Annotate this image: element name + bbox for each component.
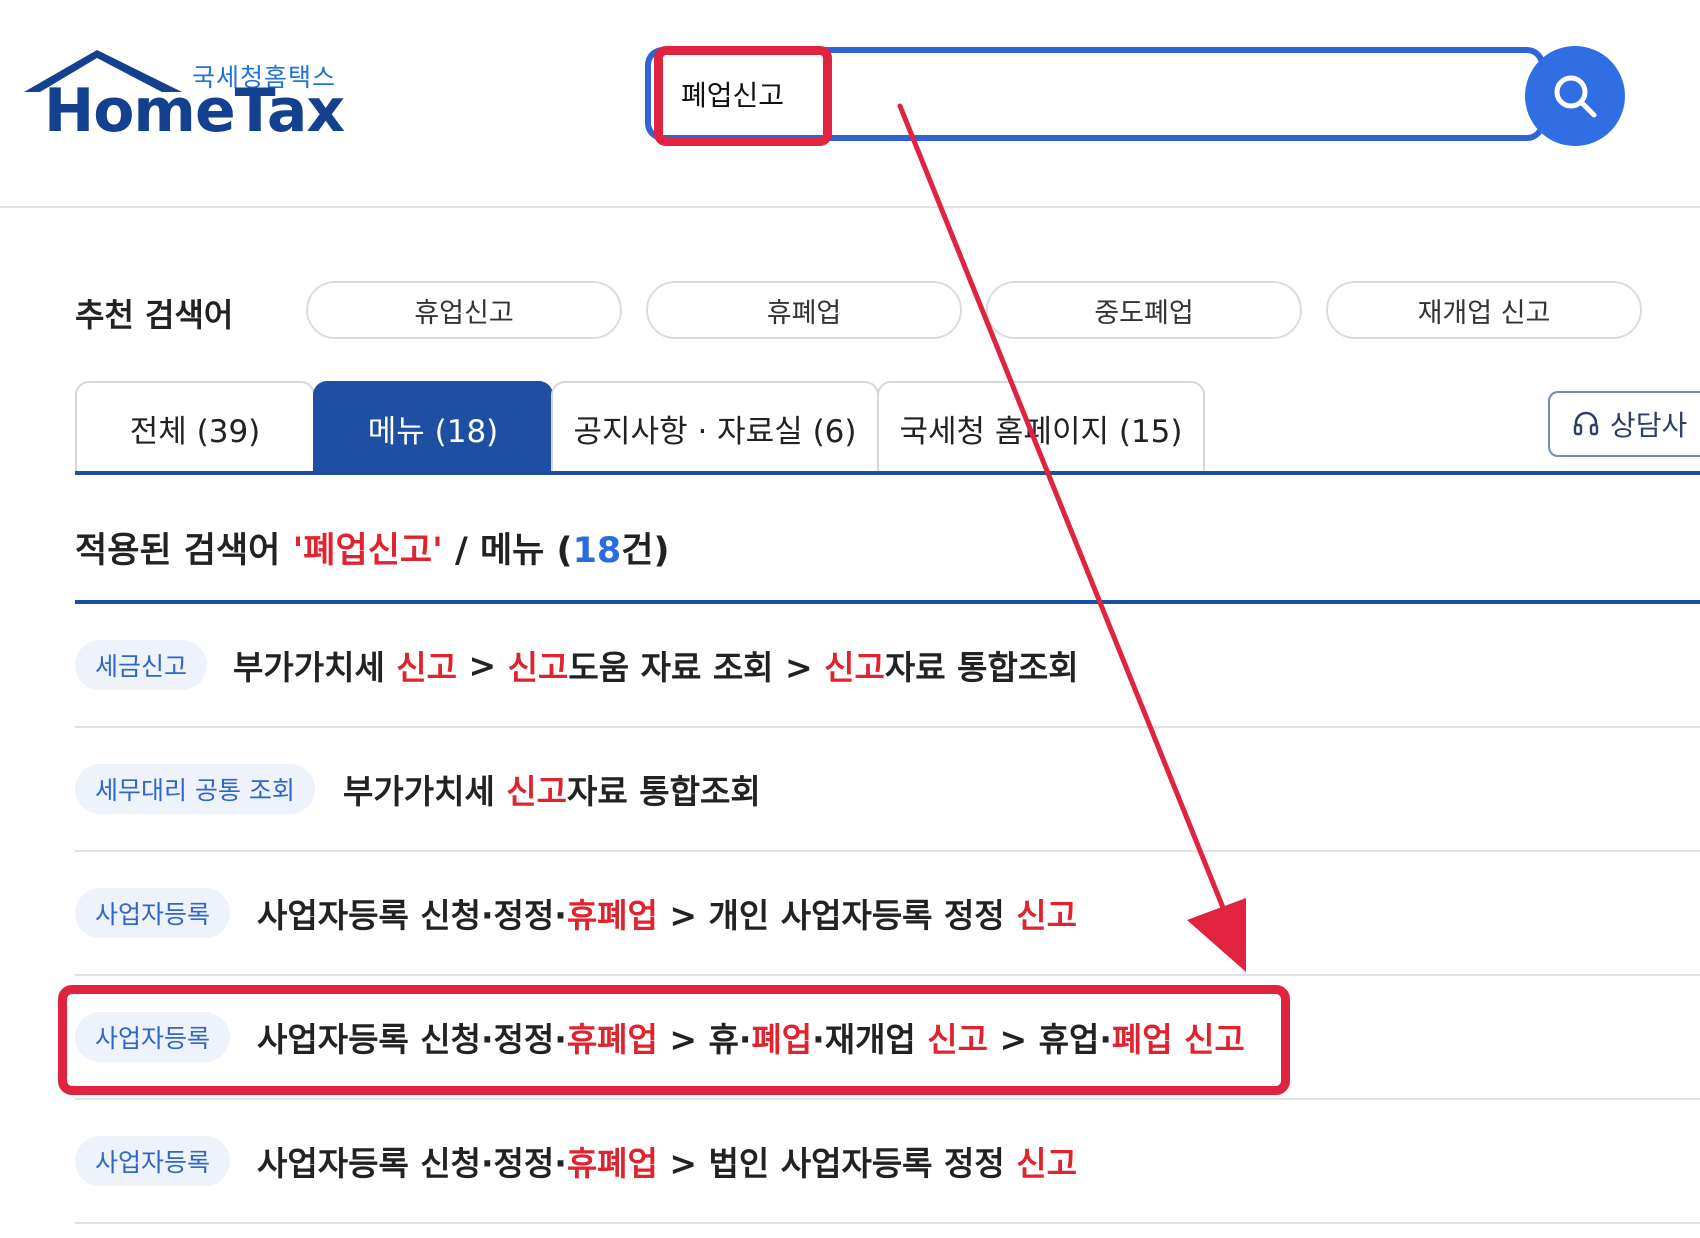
category-badge: 사업자등록 [75,888,231,938]
path-text: 사업자등록 신청·정정· [257,1144,567,1183]
header-divider [0,206,1700,208]
path-text: 도움 자료 조회 > [568,648,825,687]
path-text: 부가가치세 [343,772,507,811]
result-row[interactable]: 사업자등록 사업자등록 신청·정정· 휴폐업 > 법인 사업자등록 정정 신고 [75,1098,1700,1222]
applied-middle: / 메뉴 ( [442,531,573,571]
recommended-label: 추천 검색어 [75,296,234,334]
hometax-logo[interactable]: 국세청홈택스 HomeTax [22,48,345,148]
search-icon [1554,75,1597,118]
search-button[interactable] [1525,46,1625,146]
recommended-chip[interactable]: 휴폐업 [646,281,962,339]
applied-prefix: 적용된 검색어 [75,531,293,571]
recommended-chip[interactable]: 중도폐업 [986,281,1302,339]
recommended-chip[interactable]: 재개업 신고 [1326,281,1642,339]
category-badge: 세금신고 [75,640,208,690]
menu-path[interactable]: 부가가치세 신고 자료 통합조회 [343,762,761,816]
category-badge: 사업자등록 [75,1136,231,1186]
row-divider [75,1222,1700,1224]
keyword-highlight: 신고 [1016,896,1077,935]
keyword-highlight: 휴폐업 [566,896,658,935]
consult-button[interactable]: 상담사 [1548,391,1700,457]
applied-search-heading: 적용된 검색어 '폐업신고' / 메뉴 (18건) [75,522,669,573]
recommended-chip[interactable]: 휴업신고 [306,281,622,339]
tab-menu[interactable]: 메뉴 (18) [313,381,553,473]
tab-notices[interactable]: 공지사항 · 자료실 (6) [551,381,879,473]
applied-count: 18 [572,531,622,571]
menu-path[interactable]: 사업자등록 신청·정정· 휴폐업 > 개인 사업자등록 정정 신고 [257,886,1077,940]
path-text: > 법인 사업자등록 정정 [657,1144,1017,1183]
path-text: 자료 통합조회 [884,648,1079,687]
keyword-highlight: 휴폐업 [566,1144,658,1183]
keyword-highlight: 신고 [1016,1144,1077,1183]
headset-icon [1573,411,1599,436]
path-text: 사업자등록 신청·정정· [257,896,567,935]
keyword-highlight: 신고 [507,648,569,687]
applied-suffix: 건) [621,531,670,571]
path-text: 부가가치세 [233,648,397,687]
result-row[interactable]: 사업자등록 사업자등록 신청·정정· 휴폐업 > 개인 사업자등록 정정 신고 [75,850,1700,974]
category-badge: 세무대리 공통 조회 [75,764,315,814]
keyword-highlight: 신고 [506,772,568,811]
consult-label: 상담사 [1610,409,1688,442]
path-text: > [457,645,508,685]
keyword-highlight: 신고 [824,648,885,687]
menu-path[interactable]: 사업자등록 신청·정정· 휴폐업 > 법인 사업자등록 정정 신고 [257,1134,1077,1188]
menu-path[interactable]: 부가가치세 신고 > 신고 도움 자료 조회 > 신고 자료 통합조회 [233,638,1079,692]
tab-all[interactable]: 전체 (39) [75,381,315,473]
result-row[interactable]: 세금신고 부가가치세 신고 > 신고 도움 자료 조회 > 신고 자료 통합조회 [75,602,1700,726]
keyword-highlight: 신고 [396,648,458,687]
applied-keyword: '폐업신고' [292,531,443,571]
logo-english-text: HomeTax [44,76,345,146]
path-text: 자료 통합조회 [567,772,761,811]
annotation-highlight-box [654,46,832,146]
annotation-highlight-box [58,985,1290,1095]
tab-nts-homepage[interactable]: 국세청 홈페이지 (15) [877,381,1205,473]
tabs-underline [75,471,1700,475]
path-text: > 개인 사업자등록 정정 [657,896,1017,935]
result-row[interactable]: 세무대리 공통 조회 부가가치세 신고 자료 통합조회 [75,726,1700,850]
